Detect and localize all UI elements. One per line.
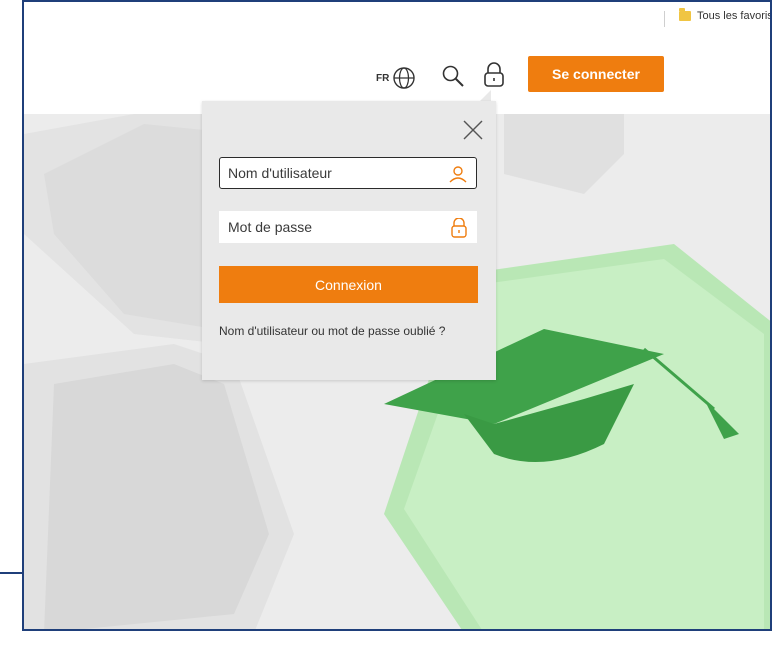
user-icon (449, 166, 467, 183)
bookmarks-separator (664, 11, 665, 27)
language-selector[interactable]: FR (376, 66, 416, 90)
bookmark-label: Tous les favoris (697, 10, 772, 22)
connect-button[interactable]: Se connecter (528, 56, 664, 92)
lock-icon[interactable] (482, 62, 506, 88)
padlock-icon (451, 218, 467, 238)
password-field[interactable] (219, 211, 477, 243)
bookmark-all-favorites[interactable]: Tous les favoris (679, 8, 772, 22)
globe-icon (393, 67, 416, 89)
language-code: FR (376, 72, 390, 84)
username-input[interactable] (220, 159, 440, 187)
forgot-credentials-link[interactable]: Nom d'utilisateur ou mot de passe oublié… (219, 321, 459, 341)
login-popup: Connexion Nom d'utilisateur ou mot de pa… (202, 101, 496, 380)
annotation-line (0, 572, 24, 574)
browser-frame: Tous les favoris FR Se connecter Nom d'u… (22, 0, 772, 631)
username-field[interactable] (219, 157, 477, 189)
bookmarks-bar: Tous les favoris (24, 2, 770, 37)
folder-icon (679, 8, 691, 21)
close-icon[interactable] (462, 119, 484, 141)
login-submit-button[interactable]: Connexion (219, 266, 478, 303)
search-icon[interactable] (441, 64, 465, 88)
password-input[interactable] (220, 213, 440, 241)
